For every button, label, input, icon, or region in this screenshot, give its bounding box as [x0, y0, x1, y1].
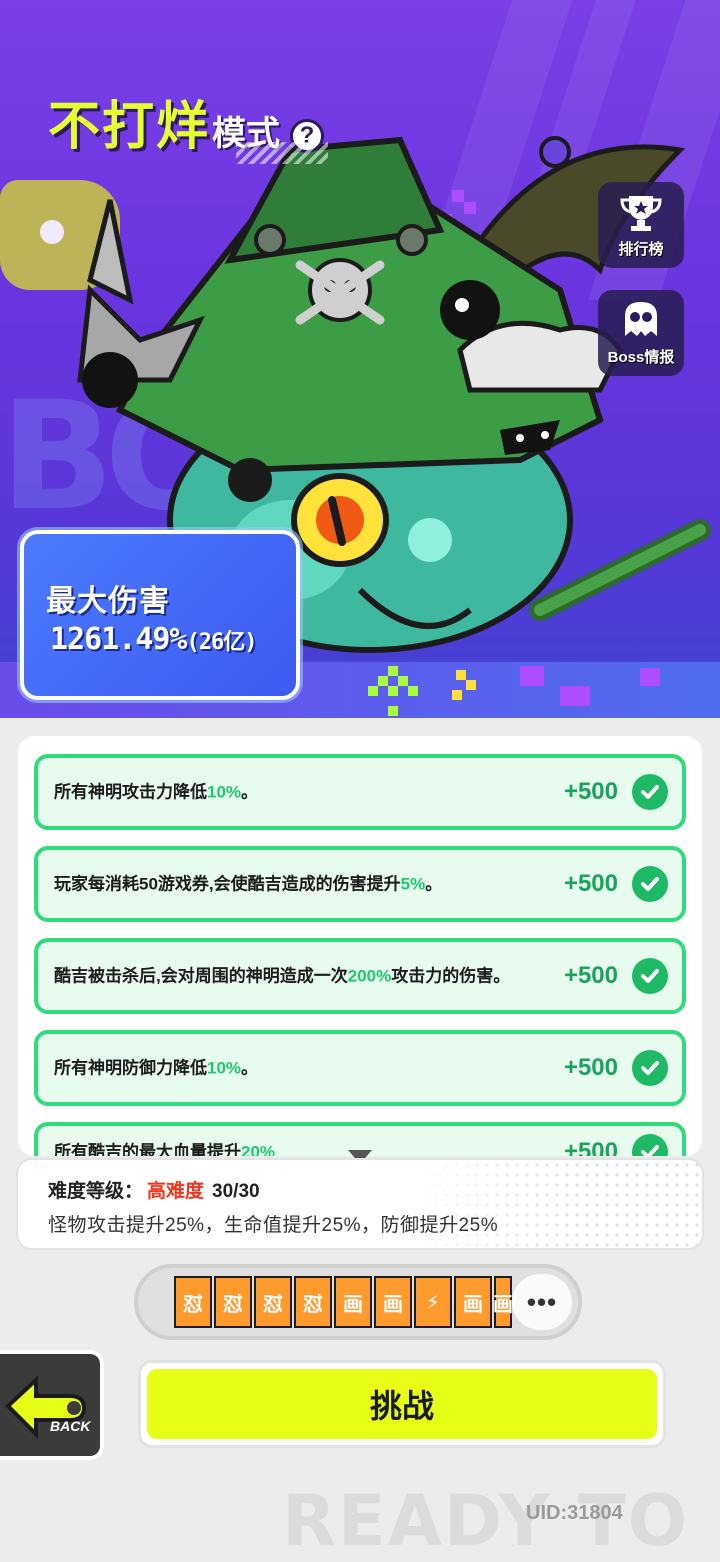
modifier-token[interactable]: 画	[334, 1276, 372, 1328]
difficulty-value: 高难度	[147, 1181, 205, 1202]
token-list: 怼 怼 怼 怼 画 画 ⚡ 画 画	[174, 1276, 514, 1328]
back-arrow-icon	[5, 1375, 87, 1439]
difficulty-panel: 难度等级： 高难度 30/30 怪物攻击提升25%，生命值提升25%，防御提升25%	[18, 1160, 702, 1248]
damage-percent: 1261.49%	[50, 622, 187, 657]
check-icon[interactable]	[632, 774, 668, 810]
modifier-token[interactable]: 画	[454, 1276, 492, 1328]
leaderboard-label: 排行榜	[618, 240, 664, 258]
condition-text: 玩家每消耗50游戏券,会使酷吉造成的伤害提升5%。	[54, 874, 443, 894]
modifier-token-bar[interactable]: 怼 怼 怼 怼 画 画 ⚡ 画 画 •••	[134, 1264, 582, 1340]
modifier-token[interactable]: 画	[374, 1276, 412, 1328]
challenge-button[interactable]: 挑战	[138, 1360, 666, 1448]
condition-points: +500	[563, 1138, 618, 1156]
max-damage-value: 1261.49%(26亿)	[50, 622, 258, 657]
condition-item[interactable]: 所有神明防御力降低10%。 +500	[34, 1030, 686, 1106]
boss-info-label: Boss情报	[607, 348, 675, 366]
condition-item[interactable]: 所有神明攻击力降低10%。 +500	[34, 754, 686, 830]
background-watermark: READY TO FIG	[282, 1480, 720, 1562]
condition-text: 所有酷吉的最大血量提升20%	[54, 1142, 276, 1156]
title-decoration	[236, 142, 328, 164]
difficulty-description: 怪物攻击提升25%，生命值提升25%，防御提升25%	[48, 1215, 499, 1236]
check-icon[interactable]	[632, 958, 668, 994]
challenge-label: 挑战	[147, 1369, 657, 1439]
condition-points: +500	[563, 870, 618, 897]
title-main: 不打烊	[48, 98, 211, 156]
condition-points: +500	[563, 1054, 618, 1081]
modifier-token[interactable]: 画	[493, 1276, 513, 1328]
condition-item[interactable]: 酷吉被击杀后,会对周围的神明造成一次200%攻击力的伤害。 +500	[34, 938, 686, 1014]
condition-points: +500	[563, 962, 618, 989]
condition-text: 所有神明攻击力降低10%。	[54, 782, 259, 802]
condition-points: +500	[563, 778, 618, 805]
damage-amount: (26亿)	[186, 630, 258, 655]
check-icon[interactable]	[632, 1134, 668, 1156]
max-damage-label: 最大伤害	[46, 585, 170, 618]
difficulty-count: 30/30	[212, 1181, 260, 1202]
condition-text: 酷吉被击杀后,会对周围的神明造成一次200%攻击力的伤害。	[54, 966, 511, 986]
difficulty-level: 难度等级： 高难度 30/30	[48, 1176, 260, 1203]
ghost-icon	[625, 301, 657, 336]
modifier-token[interactable]: 怼	[294, 1276, 332, 1328]
user-id: UID:31804	[526, 1502, 623, 1524]
difficulty-label: 难度等级：	[48, 1181, 144, 1202]
back-label: BACK	[50, 1418, 91, 1434]
boss-info-button[interactable]: Boss情报	[598, 290, 684, 376]
modifier-token[interactable]: 怼	[254, 1276, 292, 1328]
conditions-list[interactable]: 所有神明攻击力降低10%。 +500 玩家每消耗50游戏券,会使酷吉造成的伤害提…	[18, 736, 702, 1156]
condition-text: 所有神明防御力降低10%。	[54, 1058, 259, 1078]
max-damage-panel: 最大伤害 1261.49%(26亿)	[20, 530, 318, 716]
modifier-token[interactable]: 怼	[174, 1276, 212, 1328]
trophy-icon	[620, 195, 662, 231]
leaderboard-button[interactable]: 排行榜	[598, 182, 684, 268]
modifier-token[interactable]: ⚡	[414, 1276, 452, 1328]
check-icon[interactable]	[632, 866, 668, 902]
check-icon[interactable]	[632, 1050, 668, 1086]
modifier-token[interactable]: 怼	[214, 1276, 252, 1328]
back-button[interactable]: BACK	[0, 1350, 104, 1460]
more-button[interactable]: •••	[512, 1274, 572, 1330]
condition-item[interactable]: 玩家每消耗50游戏券,会使酷吉造成的伤害提升5%。 +500	[34, 846, 686, 922]
boss-banner: BO 不打烊 模式 ? 排行榜 Boss情报 最大伤害 1261.49%(26亿…	[0, 0, 720, 718]
